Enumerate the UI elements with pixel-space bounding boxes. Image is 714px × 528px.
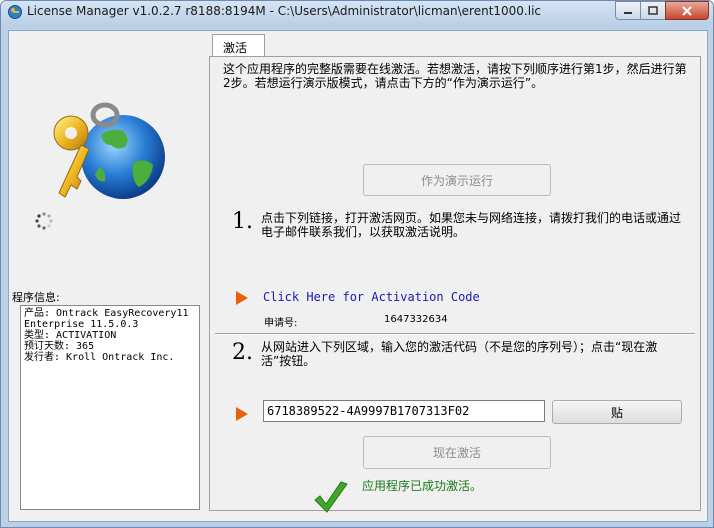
intro-text: 这个应用程序的完整版需要在线激活。若想激活，请按下列顺序进行第1步，然后进行第2… [223,62,687,90]
step2-text: 从网站进入下列区域，输入您的激活代码（不是您的序列号）；点击“现在激活”按钮。 [261,340,658,368]
program-info-box[interactable]: 产品: Ontrack EasyRecovery11 Enterprise 11… [20,305,200,510]
info-line-publisher: 发行者: Kroll Ontrack Inc. [24,352,175,363]
info-line-product: 产品: Ontrack EasyRecovery11 [24,308,189,319]
run-as-demo-button[interactable]: 作为演示运行 [363,164,551,196]
close-button[interactable] [665,1,709,20]
request-number-label: 申请号: [264,318,298,329]
activation-code-link[interactable]: Click Here for Activation Code [263,290,480,304]
tab-activation[interactable]: 激活 [212,34,265,57]
section-divider [215,333,695,335]
close-icon [682,5,692,16]
title-bar[interactable]: License Manager v1.0.2.7 r8188:8194M - C… [1,1,713,23]
info-line-type: 类型: ACTIVATION [24,330,117,341]
window-title: License Manager v1.0.2.7 r8188:8194M - C… [27,4,542,18]
info-line-days: 预订天数: 365 [24,341,95,352]
activation-success-text: 应用程序已成功激活。 [362,479,483,493]
info-line-edition: Enterprise 11.5.0.3 [24,319,139,330]
step2-number: 2. [232,340,253,365]
step1-arrow-icon [236,291,248,305]
step1-text: 点击下列链接，打开激活网页。如果您未与网络连接，请拨打我们的电话或通过电子邮件联… [261,211,682,239]
activate-now-button[interactable]: 现在激活 [363,436,551,469]
minimize-button[interactable] [615,1,641,20]
client-area: 程序信息: 产品: Ontrack EasyRecovery11 Enterpr… [8,30,708,522]
paste-button[interactable]: 贴 [552,400,682,424]
activation-code-input[interactable]: 6718389522-4A9997B1707313F02 [263,400,545,422]
maximize-icon [648,6,658,15]
window-controls [615,1,709,20]
loading-spinner-icon [35,212,53,230]
request-number-value: 1647332634 [384,314,448,325]
step1-number: 1. [232,209,253,234]
app-key-icon [8,5,22,19]
license-manager-window: License Manager v1.0.2.7 r8188:8194M - C… [0,0,714,528]
key-globe-logo-icon [53,102,165,199]
maximize-button[interactable] [640,1,666,20]
activation-panel: 这个应用程序的完整版需要在线激活。若想激活，请按下列顺序进行第1步，然后进行第2… [209,56,701,513]
program-info-label: 程序信息: [12,291,60,304]
success-check-icon [314,481,348,513]
minimize-icon [624,11,632,14]
step2-arrow-icon [236,407,248,421]
